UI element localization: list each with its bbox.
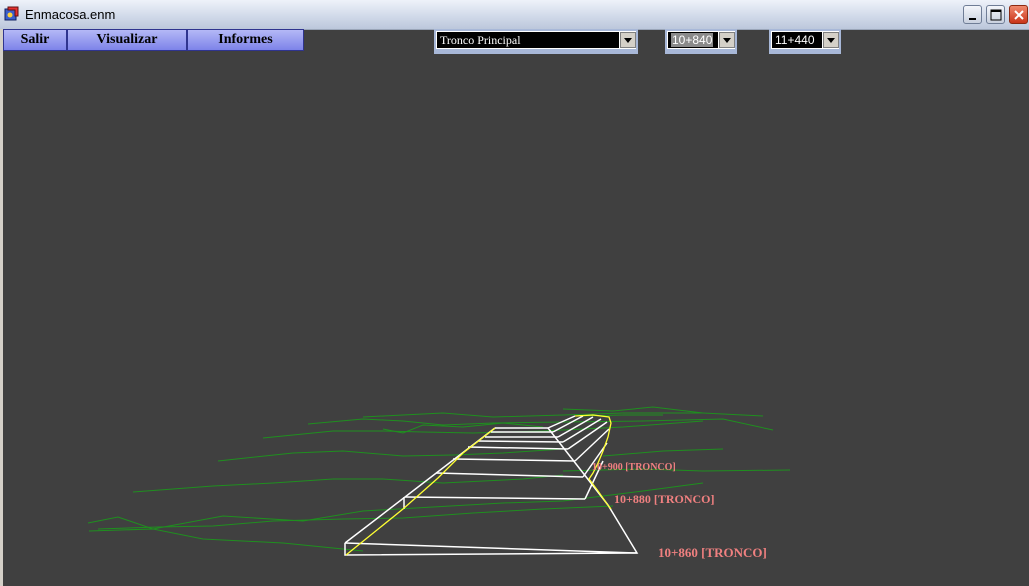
close-button[interactable]	[1009, 5, 1028, 24]
chevron-down-icon[interactable]	[823, 32, 839, 48]
menu-bar: Salir Visualizar Informes	[3, 29, 304, 51]
menu-salir-button[interactable]: Salir	[3, 29, 67, 51]
from-station-select[interactable]: 10+840	[665, 29, 737, 51]
section-select[interactable]: Tronco Principal	[434, 29, 638, 51]
title-bar[interactable]: Enmacosa.enm	[0, 0, 1029, 30]
section-select-value: Tronco Principal	[437, 32, 619, 48]
maximize-button[interactable]	[986, 5, 1005, 24]
close-icon	[1014, 10, 1024, 20]
chevron-down-icon[interactable]	[620, 32, 636, 48]
station-label-10880: 10+880 [TRONCO]	[614, 492, 715, 506]
station-label-10900: 10+900 [TRONCO]	[592, 462, 676, 473]
from-station-value: 10+840	[671, 33, 714, 47]
station-label-10860: 10+860 [TRONCO]	[658, 545, 767, 560]
slope-outline	[345, 414, 612, 556]
minimize-button[interactable]	[963, 5, 982, 24]
maximize-icon	[990, 9, 1002, 21]
to-station-select[interactable]: 11+440	[769, 29, 841, 51]
terrain-wireframe	[87, 406, 791, 552]
app-window: Enmacosa.enm Salir Visualizar Informes T…	[0, 0, 1029, 586]
chevron-down-icon[interactable]	[719, 32, 735, 48]
3d-viewport[interactable]: 10+860 [TRONCO] 10+880 [TRONCO] 10+900 […	[3, 51, 1029, 586]
minimize-icon	[969, 18, 976, 20]
menu-visualizar-button[interactable]: Visualizar	[67, 29, 187, 51]
menu-informes-button[interactable]: Informes	[187, 29, 304, 51]
app-icon	[4, 6, 19, 21]
to-station-value: 11+440	[772, 32, 822, 48]
window-title: Enmacosa.enm	[25, 7, 116, 22]
